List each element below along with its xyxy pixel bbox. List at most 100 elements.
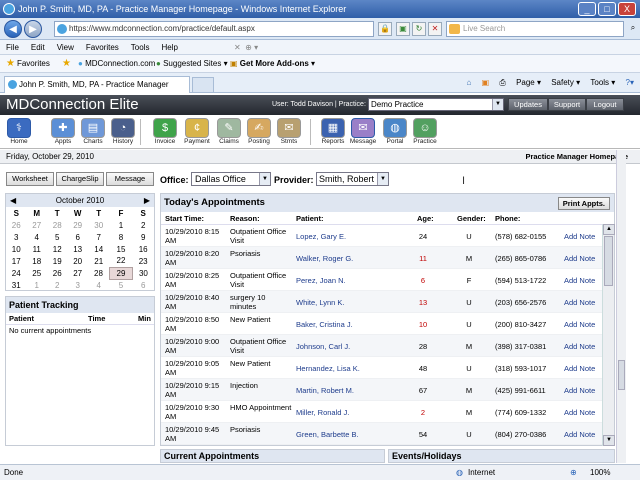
appointment-row[interactable]: 10/29/2010 8:40 AM surgery 10 minutes Whit… [161,291,614,313]
home-icon[interactable]: ⌂ [467,78,472,87]
logout-button[interactable]: Logout [586,98,624,111]
url-input[interactable]: https://www.mdconnection.com/practice/de… [54,21,374,37]
appointment-patient-link[interactable]: Martin, Robert M. [296,386,354,395]
calendar-prev-icon[interactable]: ◀ [10,194,16,207]
calendar-day[interactable]: 30 [132,267,154,279]
calendar-day[interactable]: 30 [88,219,110,231]
calendar-day[interactable]: 11 [26,243,46,255]
menu-help[interactable]: Help [155,40,183,55]
calendar-day[interactable]: 1 [26,279,46,291]
calendar-day[interactable]: 1 [110,219,133,231]
stop-icon[interactable]: ✕ [428,22,442,36]
menu-file[interactable]: File [0,40,25,55]
calendar-day[interactable]: 26 [47,267,67,279]
appointment-patient-link[interactable]: Miller, Ronald J. [296,408,349,417]
calendar-day[interactable]: 7 [88,231,110,243]
calendar-day[interactable]: 29 [67,219,87,231]
search-input[interactable]: Live Search [446,21,624,37]
menu-tools[interactable]: Tools [125,40,156,55]
calendar-day[interactable]: 5 [110,279,133,291]
toolbar-stmts-button[interactable]: ✉ Stmts [274,118,304,148]
practice-select[interactable]: Demo Practice ▼ [368,98,504,111]
calendar-day[interactable]: 23 [132,255,154,267]
toolbar-payment-button[interactable]: ¢ Payment [182,118,212,148]
print-icon[interactable]: ⎙ [499,78,505,87]
appointment-patient-link[interactable]: Lopez, Gary E. [296,232,346,241]
cmd-tools[interactable]: Tools ▾ [590,78,615,87]
calendar-day[interactable]: 26 [6,219,26,231]
appointment-row[interactable]: 10/29/2010 9:00 AM Outpatient Office Visi… [161,335,614,357]
calendar-day[interactable]: 10 [6,243,26,255]
appointment-patient-link[interactable]: Walker, Roger G. [296,254,353,263]
maximize-button[interactable]: □ [598,2,616,16]
appointment-row[interactable]: 10/29/2010 9:15 AM Injection Martin, Rober… [161,379,614,401]
scroll-up-icon[interactable]: ▲ [603,224,615,235]
calendar-day[interactable]: 13 [67,243,87,255]
chargeslip-button[interactable]: ChargeSlip [56,172,104,186]
page-scroll-thumb[interactable] [618,360,625,390]
appointment-row[interactable]: 10/29/2010 8:15 AM Outpatient Office Visi… [161,225,614,247]
calendar-day[interactable]: 2 [47,279,67,291]
zoom-level[interactable]: 100% [590,465,610,480]
minimize-button[interactable]: _ [578,2,596,16]
toolbar-history-button[interactable]: ◔ History [108,118,138,148]
appointments-scrollbar[interactable]: ▲ ▼ [602,224,615,446]
appointment-patient-link[interactable]: Green, Barbette B. [296,430,359,439]
updates-button[interactable]: Updates [508,98,548,111]
calendar-day[interactable]: 27 [67,267,87,279]
appointment-row[interactable]: 10/29/2010 8:25 AM Outpatient Office Visi… [161,269,614,291]
add-favorites-icon[interactable]: ★ [62,55,73,73]
calendar-day[interactable]: 9 [132,231,154,243]
calendar-day[interactable]: 19 [47,255,67,267]
calendar-day[interactable]: 31 [6,279,26,291]
calendar-day[interactable]: 14 [88,243,110,255]
calendar-day[interactable]: 25 [26,267,46,279]
add-note-link[interactable]: Add Note [564,298,595,307]
toolbar-invoice-button[interactable]: $ Invoice [150,118,180,148]
toolbar-claims-button[interactable]: ✎ Claims [214,118,244,148]
worksheet-button[interactable]: Worksheet [6,172,54,186]
calendar-day[interactable]: 3 [67,279,87,291]
back-button[interactable]: ◀ [4,20,22,38]
add-note-link[interactable]: Add Note [564,386,595,395]
menu-edit[interactable]: Edit [25,40,51,55]
calendar-day[interactable]: 16 [132,243,154,255]
lock-icon[interactable]: 🔒 [378,22,392,36]
fav-suggested-sites[interactable]: ● Suggested Sites ▾ [156,55,228,73]
print-appts-button[interactable]: Print Appts. [557,197,610,210]
fav-get-addons[interactable]: ▣ Get More Add-ons ▾ [230,55,315,73]
calendar-day[interactable]: 29 [109,266,133,280]
toolbar-home-button[interactable]: ⚕ Home [4,118,34,148]
feeds-icon[interactable]: ▣ [482,78,490,87]
provider-select[interactable]: Smith, Robert ▼ [316,172,389,186]
calendar-day[interactable]: 5 [47,231,67,243]
menu-favorites[interactable]: Favorites [80,40,125,55]
appointment-row[interactable]: 10/29/2010 9:05 AM New Patient Hernandez, … [161,357,614,379]
add-note-link[interactable]: Add Note [564,342,595,351]
office-select[interactable]: Dallas Office ▼ [191,172,271,186]
calendar-next-icon[interactable]: ▶ [144,194,150,207]
toolbar-charts-button[interactable]: ▤ Charts [78,118,108,148]
add-note-link[interactable]: Add Note [564,276,595,285]
appointment-row[interactable]: 10/29/2010 8:20 AM Psoriasis Walker, Roger… [161,247,614,269]
calendar-day[interactable]: 6 [67,231,87,243]
compatibility-icon[interactable]: ▣ [396,22,410,36]
calendar-day[interactable]: 21 [88,255,110,267]
toolbar-practice-button[interactable]: ☺ Practice [410,118,440,148]
calendar-day[interactable]: 17 [6,255,26,267]
calendar-day[interactable]: 15 [110,243,133,255]
calendar-day[interactable]: 28 [88,267,110,279]
favorites-button[interactable]: ★ Favorites [6,55,50,73]
add-note-link[interactable]: Add Note [564,254,595,263]
appointment-patient-link[interactable]: White, Lynn K. [296,298,345,307]
refresh-icon[interactable]: ↻ [412,22,426,36]
page-scrollbar[interactable] [616,150,626,463]
calendar-day[interactable]: 8 [110,231,133,243]
calendar-day[interactable]: 6 [132,279,154,291]
calendar-day[interactable]: 4 [26,231,46,243]
toolbar-posting-button[interactable]: ✍ Posting [244,118,274,148]
calendar-day[interactable]: 28 [47,219,67,231]
toolbar-message-button[interactable]: ✉ Message [348,118,378,148]
appointment-row[interactable]: 10/29/2010 8:50 AM New Patient Baker, Cris… [161,313,614,335]
zoom-icon[interactable]: ⊕ [570,465,577,480]
